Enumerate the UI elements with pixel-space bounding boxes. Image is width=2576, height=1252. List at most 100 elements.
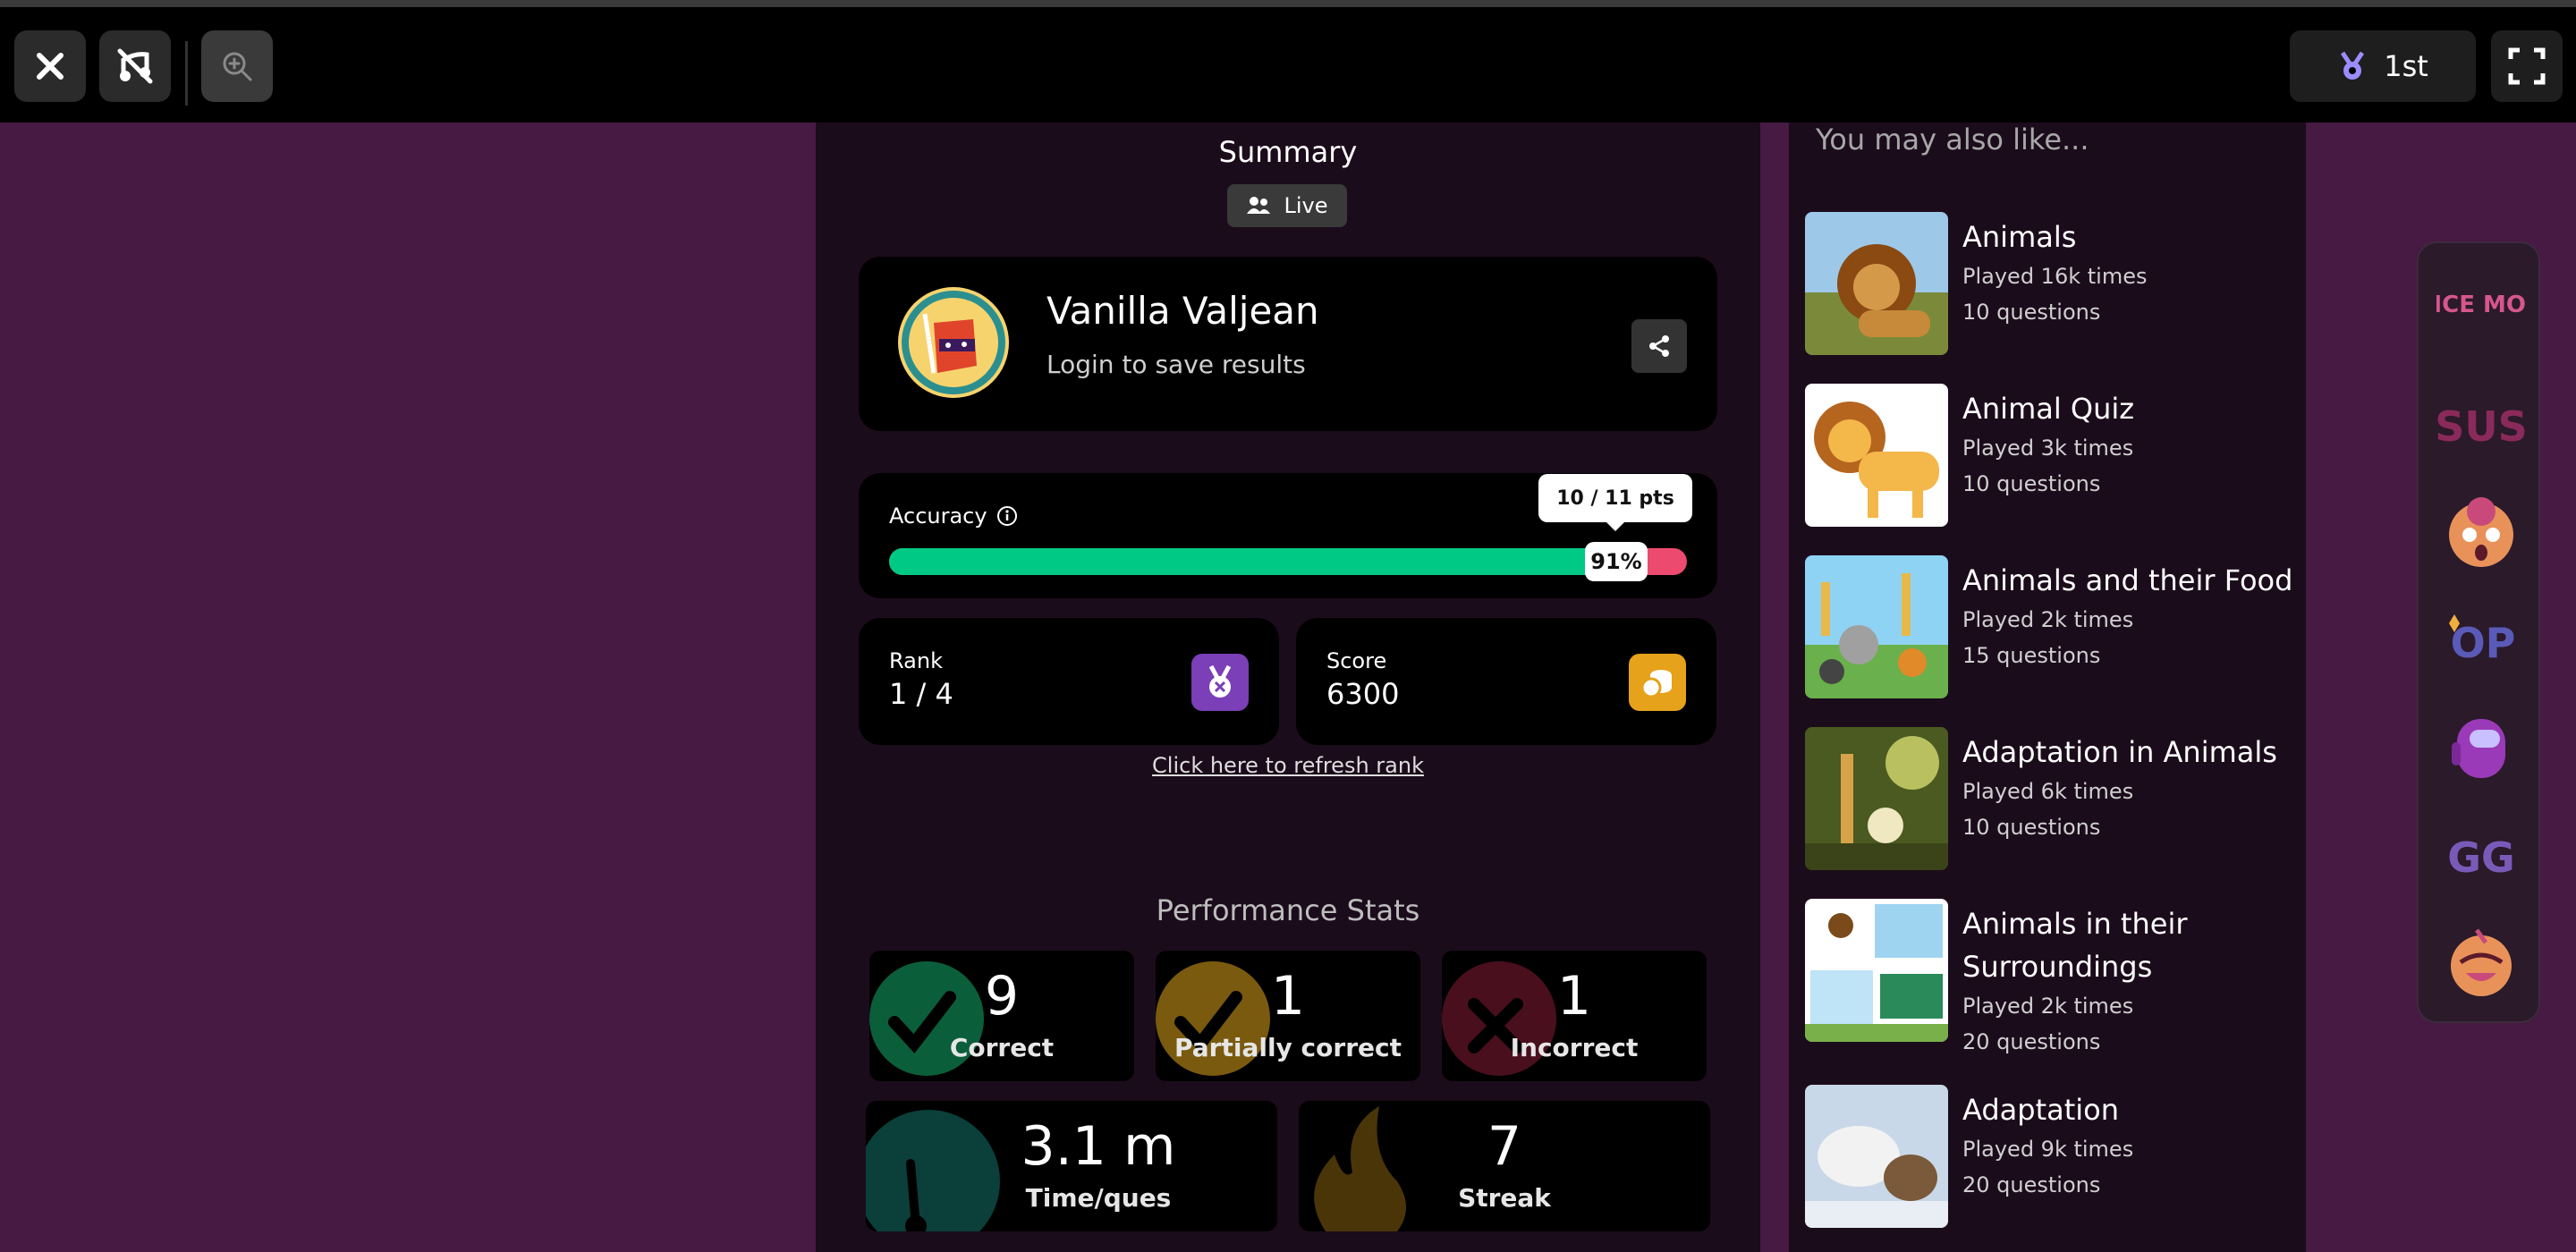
fullscreen-button[interactable] (2491, 30, 2563, 102)
quiz-questions: 10 questions (1962, 815, 2101, 840)
quiz-title: Animals (1962, 220, 2077, 254)
score-card: Score 6300 (1296, 618, 1716, 745)
player-name: Vanilla Valjean (1046, 289, 1319, 333)
quiz-thumbnail-cartoon-lion (1805, 384, 1948, 527)
rank-pill[interactable]: 1st (2290, 30, 2476, 102)
astronaut-sticker[interactable] (2436, 706, 2526, 787)
correct-count: 9 (984, 965, 1020, 1028)
quiz-played: Played 6k times (1962, 779, 2134, 804)
once-more-text: ONCE MORE (2436, 292, 2526, 318)
gg-icon: GG (2447, 833, 2515, 882)
recommendations-title: You may also like... (1816, 123, 2089, 156)
score-value: 6300 (1326, 677, 1400, 711)
reaction-stickers-panel: ONCE MORE SUS OP GG (2417, 241, 2540, 1023)
op-icon: OP (2449, 614, 2516, 667)
coins-icon (1640, 670, 1672, 698)
refresh-rank-link[interactable]: Click here to refresh rank (816, 753, 1760, 778)
sus-text: SUS (2436, 402, 2526, 451)
partial-count: 1 (1270, 965, 1306, 1028)
quiz-item[interactable]: Animals and their Food Played 2k times 1… (1805, 555, 2306, 702)
surprised-face-sticker[interactable] (2436, 492, 2526, 572)
score-label: Score (1326, 648, 1387, 673)
incorrect-stat-card: 1 Incorrect (1442, 951, 1707, 1081)
rank-label: Rank (889, 648, 943, 673)
quiz-thumbnail-adaptation-animals (1805, 727, 1948, 870)
points-tooltip: 10 / 11 pts (1538, 474, 1692, 531)
rank-card: Rank 1 / 4 (859, 618, 1279, 745)
live-badge: Live (1227, 184, 1347, 227)
accuracy-bar (889, 548, 1687, 575)
partial-label: Partially correct (1174, 1033, 1402, 1062)
time-label: Time/ques (1025, 1183, 1172, 1213)
ninja-avatar-icon (902, 291, 1005, 394)
quiz-item[interactable]: Animal Quiz Played 3k times 10 questions (1805, 384, 2306, 530)
live-label: Live (1284, 193, 1328, 218)
login-prompt[interactable]: Login to save results (1046, 350, 1306, 379)
quiz-title: Adaptation (1962, 1093, 2120, 1127)
quiz-played: Played 2k times (1962, 994, 2134, 1019)
incorrect-label: Incorrect (1510, 1033, 1639, 1062)
medal-icon (1208, 664, 1232, 698)
close-icon (37, 53, 64, 80)
quiz-title: Animal Quiz (1962, 392, 2135, 426)
op-text: OP (2451, 619, 2516, 667)
quiz-thumbnail-polar-bear (1805, 1085, 1948, 1228)
quiz-item[interactable]: Animals in their Surroundings Played 2k … (1805, 899, 2306, 1078)
quiz-played: Played 3k times (1962, 436, 2134, 461)
accuracy-label: Accuracy (889, 503, 987, 529)
summary-title: Summary (1218, 135, 1358, 169)
medal-icon (2341, 51, 2365, 80)
top-bar: 1st (0, 0, 2576, 123)
avatar (898, 287, 1009, 398)
quiz-questions: 20 questions (1962, 1172, 2101, 1197)
once-more-icon: ONCE MORE (2436, 292, 2526, 318)
incorrect-count: 1 (1556, 965, 1592, 1028)
quiz-item[interactable]: Adaptation Played 9k times 20 questions (1805, 1085, 2306, 1231)
rank-value: 1 / 4 (889, 677, 953, 711)
time-stat-card: 3.1 m Time/ques (866, 1101, 1277, 1231)
mute-button[interactable] (99, 30, 171, 102)
rank-icon-box (1191, 654, 1249, 711)
quiz-questions: 10 questions (1962, 300, 2101, 325)
correct-stat-card: 9 Correct (869, 951, 1134, 1081)
laughing-face-sticker[interactable] (2436, 921, 2526, 1002)
zoom-in-icon (223, 52, 252, 81)
accuracy-label-row: Accuracy (889, 503, 1018, 529)
streak-label: Streak (1458, 1183, 1551, 1213)
op-sticker[interactable]: OP (2436, 599, 2526, 680)
streak-value: 7 (1487, 1115, 1522, 1178)
accuracy-bar-fill (889, 548, 1615, 575)
share-button[interactable] (1631, 319, 1687, 373)
info-icon[interactable] (996, 505, 1018, 527)
quiz-title: Animals and their Food (1962, 563, 2293, 597)
share-icon (1649, 335, 1669, 357)
score-icon-box (1629, 654, 1686, 711)
streak-stat-card: 7 Streak (1299, 1101, 1710, 1231)
close-button[interactable] (14, 30, 86, 102)
summary-panel: Summary Live Vanilla Valjean Login to sa… (816, 123, 1760, 1252)
music-off-icon (117, 48, 153, 84)
quiz-item[interactable]: Adaptation in Animals Played 6k times 10… (1805, 727, 2306, 874)
gg-text: GG (2447, 833, 2515, 882)
zoom-button[interactable] (201, 30, 273, 102)
time-value: 3.1 m (1021, 1115, 1176, 1178)
once-more-sticker[interactable]: ONCE MORE (2436, 277, 2526, 358)
profile-card: Vanilla Valjean Login to save results (859, 257, 1717, 431)
quiz-played: Played 2k times (1962, 607, 2134, 632)
quiz-item[interactable]: Animals Played 16k times 10 questions (1805, 212, 2306, 359)
quiz-thumbnail-lion (1805, 212, 1948, 355)
quiz-thumbnail-surroundings (1805, 899, 1948, 1042)
sus-sticker[interactable]: SUS (2436, 385, 2526, 465)
quiz-played: Played 9k times (1962, 1137, 2134, 1162)
quiz-played: Played 16k times (1962, 264, 2148, 289)
toolbar-divider (185, 41, 188, 106)
accuracy-percent: 91% (1585, 542, 1648, 581)
recommendations-panel: You may also like... Animals Played 16k … (1789, 123, 2306, 1252)
astronaut-icon (2452, 719, 2505, 778)
partial-stat-card: 1 Partially correct (1156, 951, 1420, 1081)
quiz-title: Adaptation in Animals (1962, 735, 2277, 769)
quiz-questions: 15 questions (1962, 643, 2101, 668)
performance-title: Performance Stats (1156, 893, 1420, 927)
users-icon (1247, 197, 1271, 214)
gg-sticker[interactable]: GG (2436, 814, 2526, 894)
